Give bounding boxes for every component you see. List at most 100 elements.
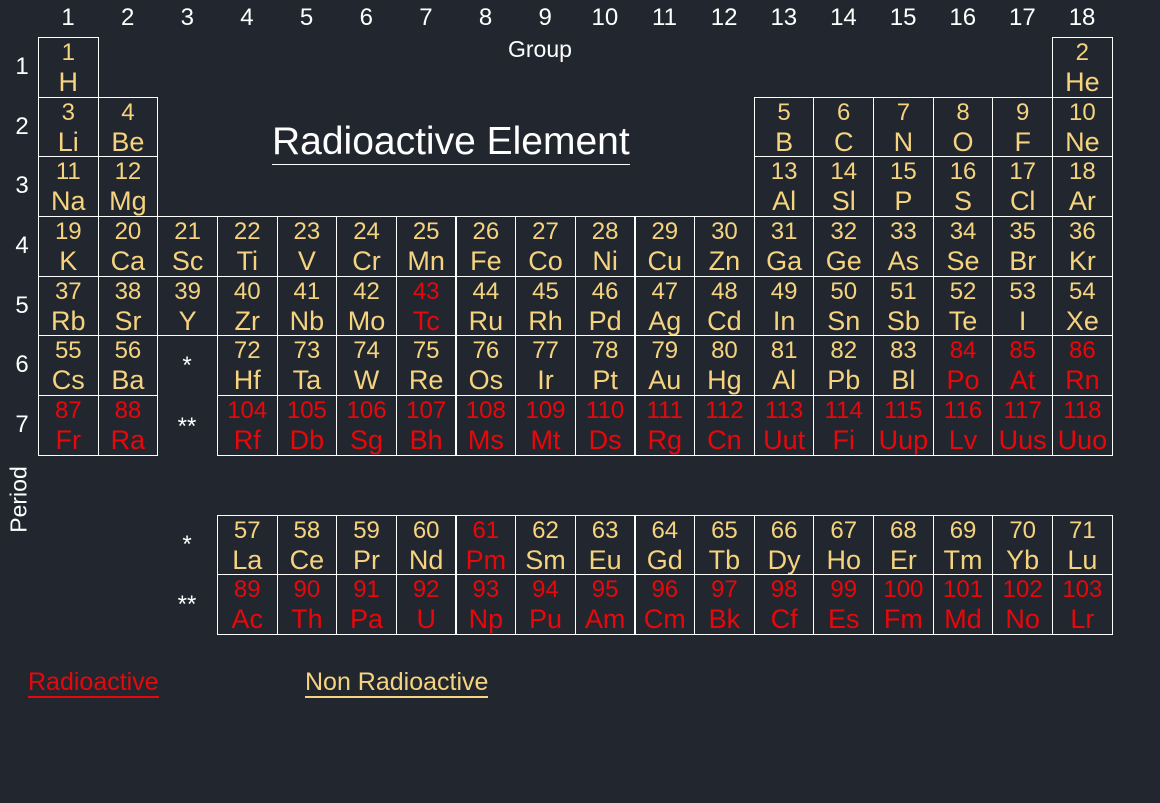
element-cell-al[interactable]: 81 Al [753,335,815,396]
element-cell-er[interactable]: 68 Er [873,514,934,576]
element-cell-ge[interactable]: 32 Ge [813,215,875,277]
element-cell-w[interactable]: 74 W [336,335,397,396]
element-cell-cl[interactable]: 17 Cl [992,156,1053,217]
element-cell-rh[interactable]: 45 Rh [515,275,576,337]
element-cell-lu[interactable]: 71 Lu [1052,514,1113,576]
element-cell-kr[interactable]: 36 Kr [1052,215,1113,277]
element-cell-rb[interactable]: 37 Rb [38,275,99,337]
element-cell-pr[interactable]: 59 Pr [336,514,397,576]
element-cell-sr[interactable]: 38 Sr [97,275,159,337]
element-cell-u[interactable]: 92 U [395,574,457,635]
element-cell-yb[interactable]: 70 Yb [992,514,1053,576]
element-cell-nb[interactable]: 41 Nb [276,275,338,337]
element-cell-se[interactable]: 34 Se [932,215,994,277]
element-cell-cf[interactable]: 98 Cf [753,574,815,635]
element-cell-lv[interactable]: 116 Lv [932,394,994,456]
element-cell-mt[interactable]: 109 Mt [515,394,576,456]
element-cell-ho[interactable]: 67 Ho [813,514,875,576]
element-cell-sc[interactable]: 21 Sc [157,215,218,277]
element-cell-cm[interactable]: 96 Cm [634,574,696,635]
element-cell-ms[interactable]: 108 Ms [455,394,517,456]
element-cell-mn[interactable]: 25 Mn [395,215,457,277]
element-cell-ra[interactable]: 88 Ra [97,394,159,456]
element-cell-hf[interactable]: 72 Hf [216,335,278,396]
element-cell-au[interactable]: 79 Au [634,335,696,396]
element-cell-no[interactable]: 102 No [992,574,1053,635]
element-cell-pt[interactable]: 78 Pt [574,335,636,396]
element-cell-fe[interactable]: 26 Fe [455,215,517,277]
element-cell-rf[interactable]: 104 Rf [216,394,278,456]
element-cell-na[interactable]: 11 Na [38,156,99,217]
element-cell-he[interactable]: 2 He [1052,37,1113,98]
element-cell-ac[interactable]: 89 Ac [216,574,278,635]
element-cell-bl[interactable]: 83 Bl [873,335,934,396]
element-cell-fr[interactable]: 87 Fr [38,394,99,456]
element-cell-pu[interactable]: 94 Pu [515,574,576,635]
element-cell-ga[interactable]: 31 Ga [753,215,815,277]
element-cell-ag[interactable]: 47 Ag [634,275,696,337]
element-cell-s[interactable]: 16 S [932,156,994,217]
element-cell-zn[interactable]: 30 Zn [694,215,755,277]
element-cell-sb[interactable]: 51 Sb [873,275,934,337]
element-cell-cn[interactable]: 112 Cn [694,394,755,456]
element-cell-f[interactable]: 9F [992,96,1053,158]
element-cell-y[interactable]: 39 Y [157,275,218,337]
element-cell-tc[interactable]: 43 Tc [395,275,457,337]
element-cell-fi[interactable]: 114 Fi [813,394,875,456]
element-cell-np[interactable]: 93 Np [455,574,517,635]
element-cell-po[interactable]: 84 Po [932,335,994,396]
element-cell-uuo[interactable]: 118 Uuo [1052,394,1113,456]
element-cell-te[interactable]: 52 Te [932,275,994,337]
element-cell-ca[interactable]: 20 Ca [97,215,159,277]
element-cell-sg[interactable]: 106 Sg [336,394,397,456]
element-cell-nd[interactable]: 60 Nd [395,514,457,576]
element-cell-xe[interactable]: 54 Xe [1052,275,1113,337]
element-cell-c[interactable]: 6C [813,96,875,158]
element-cell-at[interactable]: 85 At [992,335,1053,396]
element-cell-v[interactable]: 23 V [276,215,338,277]
element-cell-la[interactable]: 57 La [216,514,278,576]
element-cell-rn[interactable]: 86 Rn [1052,335,1113,396]
element-cell-uup[interactable]: 115 Uup [873,394,934,456]
element-cell-cr[interactable]: 24 Cr [336,215,397,277]
element-cell-ti[interactable]: 22 Ti [216,215,278,277]
element-cell-ba[interactable]: 56 Ba [97,335,159,396]
element-cell-pd[interactable]: 46 Pd [574,275,636,337]
element-cell-pm[interactable]: 61 Pm [455,514,517,576]
element-cell-es[interactable]: 99 Es [813,574,875,635]
element-cell-dy[interactable]: 66 Dy [753,514,815,576]
element-cell-k[interactable]: 19 K [38,215,99,277]
element-cell-pb[interactable]: 82 Pb [813,335,875,396]
element-cell-sn[interactable]: 50 Sn [813,275,875,337]
element-cell-al[interactable]: 13 Al [753,156,815,217]
element-cell-bh[interactable]: 107 Bh [395,394,457,456]
element-cell-br[interactable]: 35 Br [992,215,1053,277]
element-cell-hg[interactable]: 80 Hg [694,335,755,396]
element-cell-li[interactable]: 3 Li [38,96,99,158]
element-cell-p[interactable]: 15 P [873,156,934,217]
element-cell-cs[interactable]: 55 Cs [38,335,99,396]
element-cell-mo[interactable]: 42 Mo [336,275,397,337]
element-cell-eu[interactable]: 63 Eu [574,514,636,576]
element-cell-as[interactable]: 33 As [873,215,934,277]
element-cell-ta[interactable]: 73 Ta [276,335,338,396]
element-cell-i[interactable]: 53 I [992,275,1053,337]
element-cell-os[interactable]: 76 Os [455,335,517,396]
element-cell-cd[interactable]: 48 Cd [694,275,755,337]
element-cell-md[interactable]: 101 Md [932,574,994,635]
element-cell-am[interactable]: 95 Am [574,574,636,635]
element-cell-ds[interactable]: 110 Ds [574,394,636,456]
element-cell-mg[interactable]: 12 Mg [97,156,159,217]
element-cell-gd[interactable]: 64 Gd [634,514,696,576]
element-cell-ir[interactable]: 77 Ir [515,335,576,396]
element-cell-ce[interactable]: 58 Ce [276,514,338,576]
element-cell-b[interactable]: 5B [753,96,815,158]
element-cell-th[interactable]: 90 Th [276,574,338,635]
element-cell-be[interactable]: 4 Be [97,96,159,158]
element-cell-ar[interactable]: 18 Ar [1052,156,1113,217]
element-cell-pa[interactable]: 91 Pa [336,574,397,635]
element-cell-uut[interactable]: 113 Uut [753,394,815,456]
element-cell-n[interactable]: 7N [873,96,934,158]
element-cell-o[interactable]: 8O [932,96,994,158]
element-cell-zr[interactable]: 40 Zr [216,275,278,337]
